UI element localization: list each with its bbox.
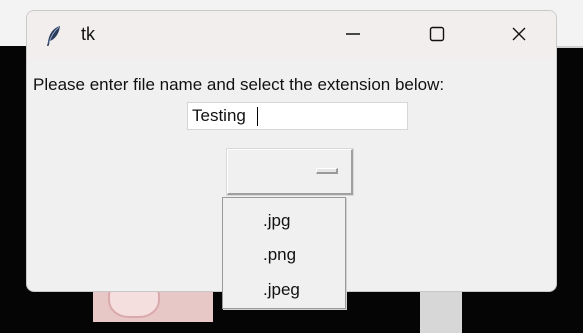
- dropdown-option-png[interactable]: .png: [223, 240, 345, 270]
- close-icon: [511, 26, 527, 47]
- close-button[interactable]: [497, 18, 541, 54]
- extension-option-menu[interactable]: [227, 149, 353, 195]
- dropdown-option-jpg[interactable]: .jpg: [223, 206, 345, 236]
- extension-dropdown-menu: .jpg .png .jpeg: [222, 197, 346, 309]
- window-title: tk: [81, 24, 96, 44]
- option-menu-indicator-icon: [316, 168, 338, 174]
- maximize-button[interactable]: [415, 18, 459, 54]
- maximize-icon: [429, 26, 445, 47]
- title-bar[interactable]: tk: [27, 11, 556, 59]
- minimize-icon: [345, 26, 361, 47]
- dropdown-option-jpeg[interactable]: .jpeg: [223, 275, 345, 305]
- feather-icon: [45, 25, 63, 47]
- filename-input[interactable]: [187, 102, 408, 130]
- background-divider: [556, 46, 583, 48]
- minimize-button[interactable]: [331, 18, 375, 54]
- prompt-label: Please enter file name and select the ex…: [33, 75, 445, 94]
- text-caret: [257, 107, 258, 126]
- background-gray-bar: [420, 285, 462, 333]
